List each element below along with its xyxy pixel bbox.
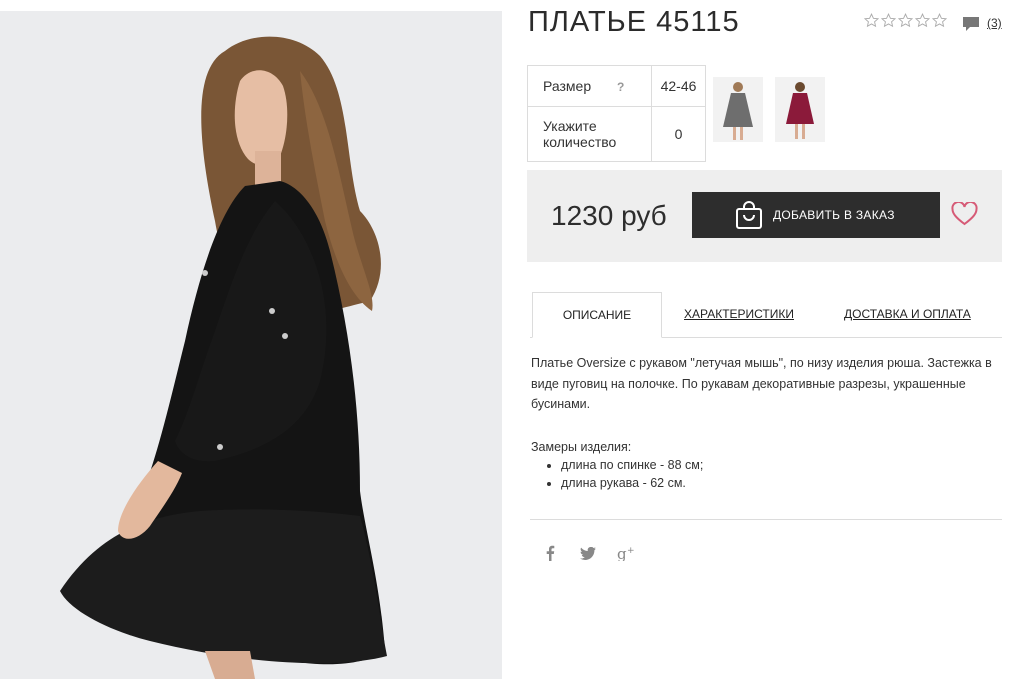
measures-title: Замеры изделия: (531, 440, 632, 454)
tab-delivery-payment[interactable]: ДОСТАВКА И ОПЛАТА (844, 292, 971, 336)
add-to-order-button[interactable]: ДОБАВИТЬ В ЗАКАЗ (692, 192, 940, 238)
product-main-image[interactable] (0, 11, 502, 679)
thumbnail-burgundy-dress[interactable] (775, 77, 825, 142)
product-title: ПЛАТЬЕ 45115 (528, 6, 740, 38)
add-to-order-label: ДОБАВИТЬ В ЗАКАЗ (773, 208, 895, 222)
description-text: Платье Oversize с рукавом "летучая мышь"… (531, 356, 992, 411)
thumbnail-gray-dress[interactable] (713, 77, 763, 142)
measures-block: Замеры изделия: длина по спинке - 88 см;… (531, 438, 703, 492)
star-icon[interactable] (881, 13, 896, 28)
svg-text:g: g (617, 545, 627, 561)
tab-characteristics[interactable]: ХАРАКТЕРИСТИКИ (684, 292, 794, 336)
rating-stars[interactable] (864, 13, 947, 28)
divider (530, 519, 1002, 520)
shopping-bag-icon (736, 201, 762, 229)
twitter-icon[interactable] (580, 547, 596, 560)
tab-description[interactable]: ОПИСАНИЕ (532, 292, 662, 338)
reviews-count-link[interactable]: (3) (987, 16, 1002, 30)
quantity-label: Укажите количество (527, 106, 652, 162)
options-table: Размер ? 42-46 Укажите количество 0 (527, 65, 706, 162)
size-value[interactable]: 42-46 (651, 65, 706, 107)
google-plus-icon[interactable]: g + (617, 545, 635, 561)
measures-list: длина по спинке - 88 см; длина рукава - … (531, 456, 703, 492)
list-item: длина по спинке - 88 см; (561, 456, 703, 474)
list-item: длина рукава - 62 см. (561, 474, 703, 492)
product-price: 1230 руб (551, 200, 667, 231)
facebook-icon[interactable] (545, 545, 555, 561)
purchase-panel: 1230 руб ДОБАВИТЬ В ЗАКАЗ (527, 170, 1002, 262)
description-text-block: Платье Oversize с рукавом "летучая мышь"… (531, 353, 1001, 415)
size-label-cell: Размер ? (527, 65, 652, 107)
star-icon[interactable] (864, 13, 879, 28)
svg-text:+: + (627, 546, 635, 556)
star-icon[interactable] (932, 13, 947, 28)
quantity-input[interactable]: 0 (651, 106, 706, 162)
heart-icon[interactable] (951, 202, 978, 226)
star-icon[interactable] (898, 13, 913, 28)
size-label: Размер (543, 78, 592, 94)
size-help-icon[interactable]: ? (617, 80, 624, 94)
comment-icon[interactable] (962, 16, 980, 32)
star-icon[interactable] (915, 13, 930, 28)
product-tabs: ОПИСАНИЕ ХАРАКТЕРИСТИКИ ДОСТАВКА И ОПЛАТ… (530, 292, 1002, 338)
